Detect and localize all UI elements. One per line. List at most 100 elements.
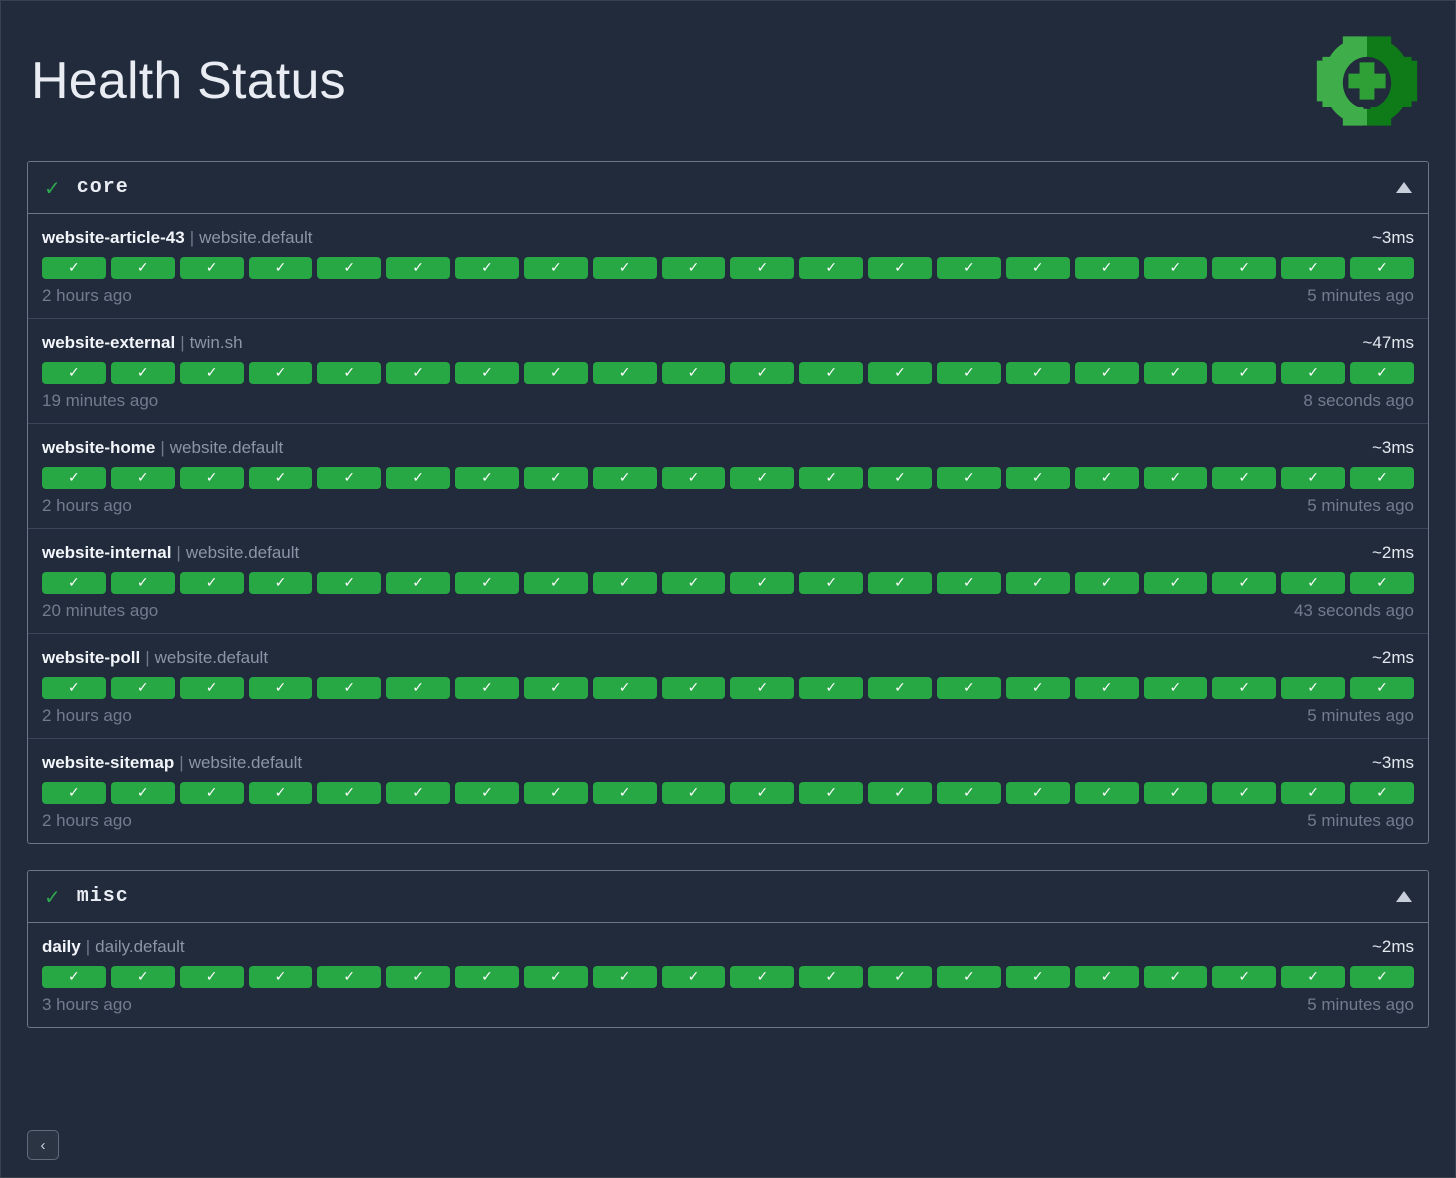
- status-bar-ok[interactable]: ✓: [42, 467, 106, 489]
- status-bar-ok[interactable]: ✓: [799, 467, 863, 489]
- status-bar-ok[interactable]: ✓: [249, 572, 313, 594]
- status-bar-ok[interactable]: ✓: [1212, 467, 1276, 489]
- status-bar-ok[interactable]: ✓: [937, 257, 1001, 279]
- status-bar-ok[interactable]: ✓: [662, 677, 726, 699]
- status-bar-ok[interactable]: ✓: [730, 467, 794, 489]
- status-bar-ok[interactable]: ✓: [1212, 572, 1276, 594]
- status-bar-ok[interactable]: ✓: [1144, 782, 1208, 804]
- status-bar-ok[interactable]: ✓: [662, 257, 726, 279]
- status-bar-ok[interactable]: ✓: [249, 362, 313, 384]
- status-bar-ok[interactable]: ✓: [937, 362, 1001, 384]
- status-bar-ok[interactable]: ✓: [868, 362, 932, 384]
- status-bar-ok[interactable]: ✓: [386, 572, 450, 594]
- status-bar-ok[interactable]: ✓: [1350, 467, 1414, 489]
- status-bar-ok[interactable]: ✓: [593, 572, 657, 594]
- status-bar-ok[interactable]: ✓: [868, 572, 932, 594]
- status-bar-ok[interactable]: ✓: [593, 677, 657, 699]
- group-header[interactable]: ✓misc: [28, 871, 1428, 923]
- group-header[interactable]: ✓core: [28, 162, 1428, 214]
- status-bar-ok[interactable]: ✓: [1281, 467, 1345, 489]
- status-bar-ok[interactable]: ✓: [111, 966, 175, 988]
- status-bar-ok[interactable]: ✓: [868, 467, 932, 489]
- status-bar-ok[interactable]: ✓: [111, 782, 175, 804]
- status-bar-ok[interactable]: ✓: [524, 966, 588, 988]
- status-bar-ok[interactable]: ✓: [1281, 257, 1345, 279]
- status-bar-ok[interactable]: ✓: [1075, 362, 1139, 384]
- status-bar-ok[interactable]: ✓: [455, 572, 519, 594]
- status-bar-ok[interactable]: ✓: [662, 966, 726, 988]
- status-bar-ok[interactable]: ✓: [1281, 362, 1345, 384]
- status-bar-ok[interactable]: ✓: [799, 966, 863, 988]
- status-bar-ok[interactable]: ✓: [868, 257, 932, 279]
- status-bar-ok[interactable]: ✓: [1281, 677, 1345, 699]
- status-bar-ok[interactable]: ✓: [386, 677, 450, 699]
- status-bar-ok[interactable]: ✓: [42, 782, 106, 804]
- status-bar-ok[interactable]: ✓: [730, 782, 794, 804]
- status-bar-ok[interactable]: ✓: [1006, 257, 1070, 279]
- status-bar-ok[interactable]: ✓: [1075, 257, 1139, 279]
- status-bar-ok[interactable]: ✓: [1144, 467, 1208, 489]
- status-bar-ok[interactable]: ✓: [1350, 257, 1414, 279]
- status-bar-ok[interactable]: ✓: [180, 467, 244, 489]
- status-bar-ok[interactable]: ✓: [1350, 362, 1414, 384]
- status-bar-ok[interactable]: ✓: [730, 677, 794, 699]
- status-bar-ok[interactable]: ✓: [317, 782, 381, 804]
- status-bar-ok[interactable]: ✓: [1212, 362, 1276, 384]
- status-bar-ok[interactable]: ✓: [386, 257, 450, 279]
- status-bar-ok[interactable]: ✓: [593, 467, 657, 489]
- status-bar-ok[interactable]: ✓: [524, 677, 588, 699]
- status-bar-ok[interactable]: ✓: [1212, 677, 1276, 699]
- status-bar-ok[interactable]: ✓: [1075, 467, 1139, 489]
- status-bar-ok[interactable]: ✓: [42, 966, 106, 988]
- status-bar-ok[interactable]: ✓: [730, 966, 794, 988]
- triangle-up-icon[interactable]: [1396, 182, 1412, 193]
- status-bar-ok[interactable]: ✓: [524, 257, 588, 279]
- status-bar-ok[interactable]: ✓: [799, 362, 863, 384]
- status-bar-ok[interactable]: ✓: [455, 966, 519, 988]
- status-bar-ok[interactable]: ✓: [249, 966, 313, 988]
- status-bar-ok[interactable]: ✓: [42, 572, 106, 594]
- status-bar-ok[interactable]: ✓: [249, 467, 313, 489]
- status-bar-ok[interactable]: ✓: [386, 362, 450, 384]
- status-bar-ok[interactable]: ✓: [730, 362, 794, 384]
- status-bar-ok[interactable]: ✓: [1212, 782, 1276, 804]
- status-bar-ok[interactable]: ✓: [1075, 782, 1139, 804]
- status-bar-ok[interactable]: ✓: [455, 677, 519, 699]
- status-bar-ok[interactable]: ✓: [662, 362, 726, 384]
- status-bar-ok[interactable]: ✓: [42, 257, 106, 279]
- status-bar-ok[interactable]: ✓: [180, 677, 244, 699]
- status-bar-ok[interactable]: ✓: [180, 782, 244, 804]
- status-bar-ok[interactable]: ✓: [1212, 257, 1276, 279]
- status-bar-ok[interactable]: ✓: [386, 467, 450, 489]
- status-bar-ok[interactable]: ✓: [455, 257, 519, 279]
- status-bar-ok[interactable]: ✓: [1281, 966, 1345, 988]
- status-bar-ok[interactable]: ✓: [317, 677, 381, 699]
- status-bar-ok[interactable]: ✓: [799, 257, 863, 279]
- status-bar-ok[interactable]: ✓: [249, 782, 313, 804]
- status-bar-ok[interactable]: ✓: [455, 782, 519, 804]
- status-bar-ok[interactable]: ✓: [524, 782, 588, 804]
- status-bar-ok[interactable]: ✓: [730, 257, 794, 279]
- status-bar-ok[interactable]: ✓: [1144, 362, 1208, 384]
- status-bar-ok[interactable]: ✓: [868, 966, 932, 988]
- status-bar-ok[interactable]: ✓: [937, 467, 1001, 489]
- status-bar-ok[interactable]: ✓: [455, 362, 519, 384]
- status-bar-ok[interactable]: ✓: [1006, 782, 1070, 804]
- status-bar-ok[interactable]: ✓: [1144, 677, 1208, 699]
- back-button[interactable]: ‹: [27, 1130, 59, 1160]
- status-bar-ok[interactable]: ✓: [799, 677, 863, 699]
- status-bar-ok[interactable]: ✓: [111, 257, 175, 279]
- status-bar-ok[interactable]: ✓: [1075, 966, 1139, 988]
- status-bar-ok[interactable]: ✓: [317, 362, 381, 384]
- status-bar-ok[interactable]: ✓: [593, 257, 657, 279]
- triangle-up-icon[interactable]: [1396, 891, 1412, 902]
- status-bar-ok[interactable]: ✓: [180, 572, 244, 594]
- status-bar-ok[interactable]: ✓: [317, 572, 381, 594]
- status-bar-ok[interactable]: ✓: [317, 966, 381, 988]
- status-bar-ok[interactable]: ✓: [111, 572, 175, 594]
- status-bar-ok[interactable]: ✓: [317, 467, 381, 489]
- status-bar-ok[interactable]: ✓: [111, 677, 175, 699]
- status-bar-ok[interactable]: ✓: [1350, 782, 1414, 804]
- status-bar-ok[interactable]: ✓: [249, 677, 313, 699]
- status-bar-ok[interactable]: ✓: [868, 677, 932, 699]
